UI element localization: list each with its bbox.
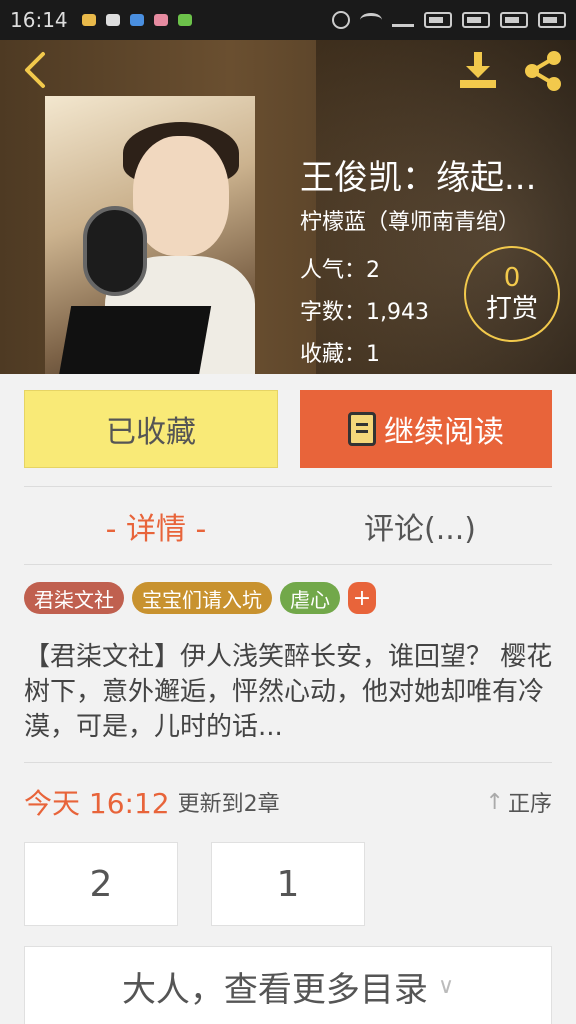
favorites-stat: 收藏：1: [300, 342, 380, 367]
status-right: [332, 11, 566, 29]
tag-item[interactable]: 宝宝们请入坑: [132, 582, 272, 614]
sort-order-button[interactable]: ↑ 正序: [486, 786, 552, 818]
tab-details[interactable]: - 详情 -: [24, 488, 288, 564]
update-text: 更新到2章: [177, 792, 280, 817]
chevron-down-icon: ∨: [437, 973, 455, 999]
status-time: 16:14: [10, 8, 68, 32]
battery-icon: [462, 12, 490, 28]
status-bar: 16:14: [0, 0, 576, 40]
crown-icon: [81, 14, 96, 26]
collected-label: 已收藏: [106, 415, 196, 450]
download-icon: [460, 52, 496, 88]
book-header: 王俊凯：缘起... 柠檬蓝（尊师南青绾） 人气：2 字数：1,943 收藏：1 …: [0, 40, 576, 374]
battery-icon: [424, 12, 452, 28]
tag-list: 君柒文社 宝宝们请入坑 虐心 +: [24, 582, 376, 614]
continue-reading-label: 继续阅读: [384, 415, 504, 450]
collected-button[interactable]: 已收藏: [24, 390, 278, 468]
book-author[interactable]: 柠檬蓝（尊师南青绾）: [300, 204, 520, 236]
more-catalog-label: 大人，查看更多目录: [121, 969, 428, 1010]
back-arrow-icon: [25, 52, 45, 88]
signal-icon: [392, 13, 414, 27]
sort-order-label: 正序: [507, 792, 552, 817]
reward-count: 0: [503, 263, 521, 293]
divider: [24, 486, 552, 487]
frog-icon: [177, 14, 192, 26]
book-icon: [348, 412, 376, 446]
tab-comments[interactable]: 评论(...): [288, 488, 552, 564]
book-title: 王俊凯：缘起...: [300, 158, 537, 198]
app-icon: [153, 14, 168, 26]
notification-icons: [81, 14, 192, 26]
battery-icon: [500, 12, 528, 28]
chapter-item[interactable]: 2: [24, 842, 178, 926]
tag-item[interactable]: 君柒文社: [24, 582, 124, 614]
chapter-item[interactable]: 1: [211, 842, 365, 926]
tab-comments-label: 评论(...): [363, 512, 477, 547]
back-button[interactable]: [14, 48, 54, 92]
alarm-icon: [332, 11, 350, 29]
reward-label: 打赏: [485, 294, 538, 324]
book-intro[interactable]: 【君柒文社】伊人浅笑醉长安，谁回望？ 樱花树下，意外邂逅，怦然心动，他对她却唯有…: [24, 640, 554, 745]
divider: [24, 762, 552, 763]
arrow-up-icon: ↑: [485, 789, 504, 815]
more-catalog-button[interactable]: 大人，查看更多目录 ∨: [24, 946, 552, 1024]
continue-reading-button[interactable]: 继续阅读: [300, 390, 552, 468]
download-button[interactable]: [456, 48, 500, 92]
app-icon: [129, 14, 144, 26]
share-icon: [525, 51, 561, 91]
reward-button[interactable]: 0 打赏: [464, 246, 560, 342]
popularity-stat: 人气：2: [300, 258, 380, 283]
tab-bar: - 详情 - 评论(...): [24, 488, 552, 564]
share-button[interactable]: [520, 48, 566, 94]
add-tag-button[interactable]: +: [348, 582, 376, 614]
wifi-icon: [360, 13, 382, 27]
word-count-stat: 字数：1,943: [300, 300, 429, 325]
update-row: 今天 16:12 更新到2章 ↑ 正序: [24, 780, 552, 824]
notification-icon: [105, 14, 120, 26]
tag-item[interactable]: 虐心: [280, 582, 340, 614]
book-cover-image: [45, 96, 255, 374]
tab-details-label: - 详情 -: [105, 512, 207, 547]
divider: [24, 564, 552, 565]
update-time: 今天 16:12: [24, 787, 170, 820]
battery-icon: [538, 12, 566, 28]
